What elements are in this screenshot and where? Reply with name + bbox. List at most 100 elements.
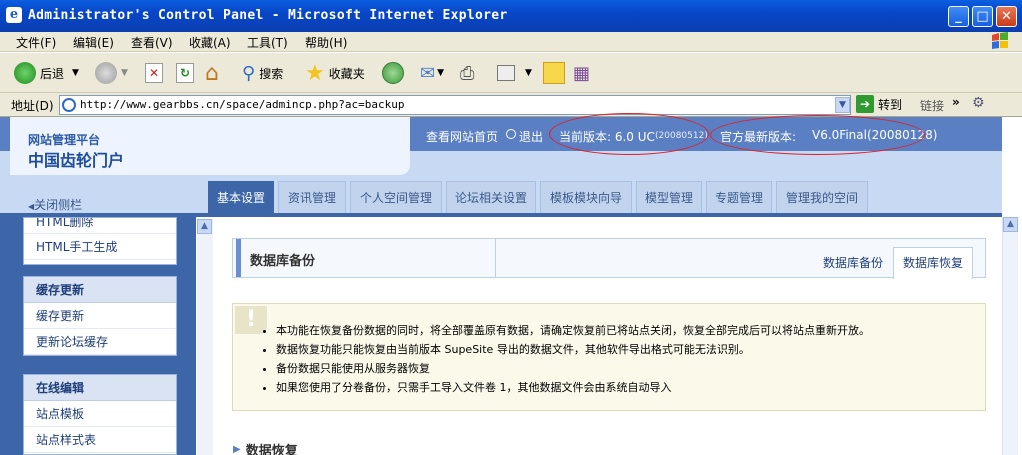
- mail-icon: ✉: [420, 62, 436, 84]
- chevron-down-icon[interactable]: ▼: [437, 68, 444, 78]
- tab-topic-management[interactable]: 专题管理: [706, 181, 772, 215]
- forward-button[interactable]: ▼: [95, 58, 128, 88]
- close-window-button[interactable]: ✕: [996, 6, 1017, 27]
- home-button[interactable]: ⌂: [205, 58, 219, 88]
- tab-model-management[interactable]: 模型管理: [636, 181, 702, 215]
- chevron-down-icon[interactable]: ▼: [72, 68, 79, 78]
- section-restore[interactable]: ▶ 数据恢复: [233, 440, 298, 455]
- platform-title: 网站管理平台: [28, 133, 101, 147]
- print-button[interactable]: ⎙: [460, 58, 474, 88]
- search-button[interactable]: ⚲ 搜索: [242, 58, 283, 88]
- chevron-down-icon[interactable]: ▼: [525, 68, 532, 78]
- address-dropdown-icon[interactable]: ▼: [835, 97, 850, 113]
- stop-button[interactable]: ✕: [145, 58, 163, 88]
- address-bar: 地址(D) http://www.gearbbs.cn/space/adminc…: [0, 93, 1022, 117]
- refresh-icon: ↻: [176, 63, 194, 83]
- tab-db-backup[interactable]: 数据库备份: [823, 254, 883, 271]
- history-icon: [382, 62, 404, 84]
- messenger-icon: ▦: [573, 62, 591, 84]
- window-title: Administrator's Control Panel - Microsof…: [28, 8, 508, 23]
- links-label[interactable]: 链接: [920, 97, 944, 114]
- close-sidebar-link[interactable]: ◀关闭侧栏: [28, 196, 82, 213]
- logout-icon: [506, 129, 516, 139]
- section-restore-label: 数据恢复: [245, 444, 298, 455]
- note-icon: [543, 62, 565, 84]
- maximize-button[interactable]: □: [972, 6, 993, 27]
- notice-item: 备份数据只能使用从服务器恢复: [276, 359, 870, 378]
- tab-db-restore[interactable]: 数据库恢复: [893, 247, 973, 279]
- windows-flag-icon: [992, 32, 1008, 49]
- notice-item: 数据恢复功能只能恢复由当前版本 SupeSite 导出的数据文件，其他软件导出格…: [276, 340, 870, 359]
- page-scrollbar[interactable]: ▲: [1002, 217, 1018, 455]
- menu-view[interactable]: 查看(V): [131, 34, 173, 51]
- edit-button[interactable]: ▼: [497, 58, 532, 88]
- annotation-ring: [710, 115, 925, 155]
- site-title: 中国齿轮门户: [28, 151, 125, 170]
- search-label: 搜索: [259, 66, 284, 81]
- sidebar-item-forum-cache[interactable]: 更新论坛缓存: [24, 329, 176, 355]
- star-icon: ★: [305, 60, 325, 86]
- notice-item: 本功能在恢复备份数据的同时，将全部覆盖原有数据，请确定恢复前已将站点关闭，恢复全…: [276, 321, 870, 340]
- notice-item: 如果您使用了分卷备份，只需手工导入文件卷 1，其他数据文件会由系统自动导入: [276, 378, 870, 397]
- go-arrow-icon: ➔: [856, 95, 874, 113]
- chevron-down-icon[interactable]: ▼: [121, 68, 128, 78]
- messenger-button[interactable]: ▦: [573, 58, 590, 88]
- tab-personal-space[interactable]: 个人空间管理: [350, 181, 442, 215]
- favorites-button[interactable]: ★ 收藏夹: [305, 58, 365, 88]
- menu-help[interactable]: 帮助(H): [305, 34, 347, 51]
- notice-list: 本功能在恢复备份数据的同时，将全部覆盖原有数据，请确定恢复前已将站点关闭，恢复全…: [276, 321, 870, 397]
- header-divider-line: [495, 239, 496, 277]
- toolbar: 后退 ▼ ▼ ✕ ↻ ⌂ ⚲ 搜索 ★ 收藏夹 ✉ ▼ ⎙ ▼ ▦: [0, 53, 1022, 93]
- sidebar-item-site-stylesheet[interactable]: 站点样式表: [24, 427, 176, 453]
- header-accent-bar: [236, 239, 241, 277]
- db-backup-header: 数据库备份 数据库备份 数据库恢复: [232, 238, 986, 279]
- sidebar-box-html: HTML删除 HTML手工生成: [23, 217, 177, 265]
- tab-template-wizard[interactable]: 模板模块向导: [540, 181, 632, 215]
- notice-box: ! 本功能在恢复备份数据的同时，将全部覆盖原有数据，请确定恢复前已将站点关闭，恢…: [232, 303, 986, 411]
- sidebar-item-cache-update[interactable]: 缓存更新: [24, 303, 176, 329]
- view-home-link[interactable]: 查看网站首页: [426, 128, 498, 145]
- back-button[interactable]: 后退 ▼: [14, 58, 79, 88]
- links-expand-icon[interactable]: »: [952, 95, 960, 109]
- refresh-button[interactable]: ↻: [176, 58, 194, 88]
- triangle-right-icon: ▶: [233, 444, 241, 455]
- brand-box: 网站管理平台 中国齿轮门户: [10, 117, 410, 175]
- history-button[interactable]: [382, 58, 408, 88]
- tab-basic-settings[interactable]: 基本设置: [208, 181, 274, 215]
- tab-news-management[interactable]: 资讯管理: [278, 181, 346, 215]
- menu-bar: 文件(F) 编辑(E) 查看(V) 收藏(A) 工具(T) 帮助(H): [0, 32, 1022, 52]
- sidebar-item-html-delete[interactable]: HTML删除: [24, 218, 176, 234]
- sidebar-box-online-edit: 在线编辑 站点模板 站点样式表: [23, 374, 177, 455]
- window-title-bar: e Administrator's Control Panel - Micros…: [0, 0, 1022, 32]
- page-header: 网站管理平台 中国齿轮门户 查看网站首页 退出 当前版本: 6.0 UC (20…: [0, 113, 1002, 215]
- go-button[interactable]: ➔ 转到: [856, 95, 902, 113]
- minimize-button[interactable]: _: [948, 6, 969, 27]
- sidebar: HTML删除 HTML手工生成 缓存更新 缓存更新 更新论坛缓存 在线编辑 站点…: [0, 217, 196, 455]
- tab-my-space[interactable]: 管理我的空间: [776, 181, 868, 215]
- menu-file[interactable]: 文件(F): [16, 34, 56, 51]
- menu-edit[interactable]: 编辑(E): [73, 34, 114, 51]
- sidebar-box-cache: 缓存更新 缓存更新 更新论坛缓存: [23, 276, 177, 356]
- scroll-up-icon[interactable]: ▲: [1003, 217, 1018, 232]
- back-arrow-icon: [14, 62, 36, 84]
- settings-gear-icon[interactable]: ⚙: [972, 95, 985, 111]
- discuss-button[interactable]: [543, 58, 565, 88]
- address-label: 地址(D): [11, 99, 54, 113]
- go-label: 转到: [878, 97, 903, 112]
- sidebar-item-html-generate[interactable]: HTML手工生成: [24, 234, 176, 260]
- tab-forum-settings[interactable]: 论坛相关设置: [446, 181, 536, 215]
- edit-icon: [497, 65, 515, 81]
- logout-link[interactable]: 退出: [519, 128, 543, 145]
- ie-logo-icon: e: [6, 7, 22, 23]
- forward-arrow-icon: [95, 62, 117, 84]
- menu-tools[interactable]: 工具(T): [247, 34, 288, 51]
- address-input[interactable]: http://www.gearbbs.cn/space/admincp.php?…: [59, 95, 851, 115]
- scroll-up-icon[interactable]: ▲: [197, 219, 212, 234]
- back-label: 后退: [40, 66, 65, 81]
- mail-button[interactable]: ✉ ▼: [420, 58, 444, 88]
- menu-favorites[interactable]: 收藏(A): [189, 34, 231, 51]
- stop-icon: ✕: [145, 63, 163, 83]
- favorites-label: 收藏夹: [328, 66, 365, 81]
- sidebar-item-site-template[interactable]: 站点模板: [24, 401, 176, 427]
- content-scrollbar-left[interactable]: ▲: [197, 219, 213, 455]
